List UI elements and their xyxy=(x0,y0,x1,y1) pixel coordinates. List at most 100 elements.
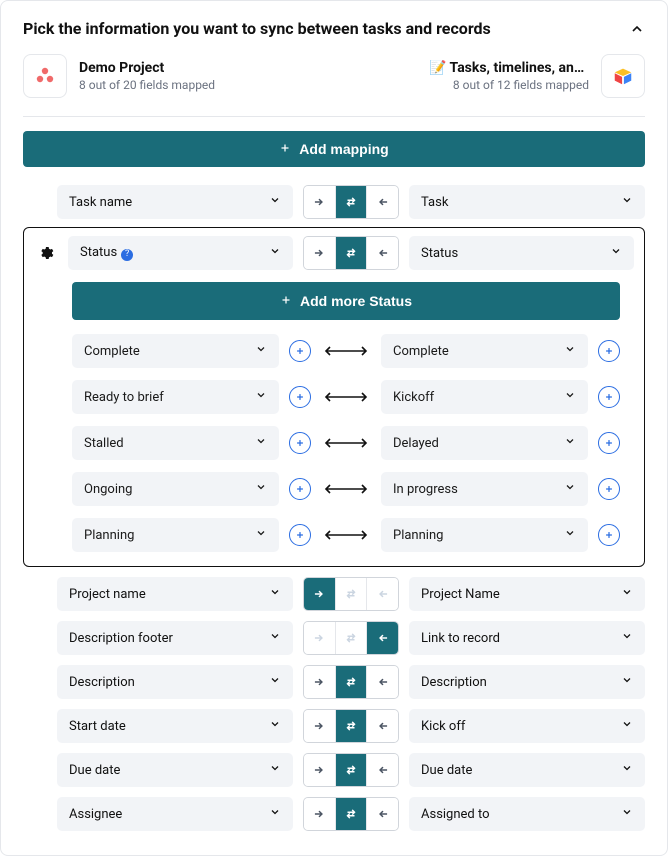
dir-both-button[interactable] xyxy=(335,666,367,698)
right-field-select[interactable]: Task xyxy=(409,185,645,219)
left-value-select[interactable]: Stalled xyxy=(72,426,279,460)
left-app: Demo Project 8 out of 20 fields mapped xyxy=(23,54,215,98)
add-left-value-button[interactable] xyxy=(289,478,311,500)
dir-ltr-button[interactable] xyxy=(304,666,335,698)
right-field-select[interactable]: Due date xyxy=(409,753,645,787)
value-mapping-row: Ongoing In progress xyxy=(72,472,620,506)
left-value-select[interactable]: Complete xyxy=(72,334,279,368)
left-field-select[interactable]: Project name xyxy=(57,577,293,611)
left-value-select[interactable]: Planning xyxy=(72,518,279,552)
dir-ltr-button[interactable] xyxy=(304,186,335,218)
chevron-down-icon xyxy=(269,762,281,778)
chevron-down-icon xyxy=(621,630,633,646)
right-value-select[interactable]: Complete xyxy=(381,334,588,368)
dir-ltr-button[interactable] xyxy=(304,578,335,610)
dir-both-button[interactable] xyxy=(335,578,367,610)
asana-icon xyxy=(23,54,67,98)
left-value-select[interactable]: Ongoing xyxy=(72,472,279,506)
expanded-mapping-status: Status? Status Add mo xyxy=(23,227,645,567)
right-field-select[interactable]: Description xyxy=(409,665,645,699)
value-mapping-row: Complete Complete xyxy=(72,334,620,368)
left-field-select[interactable]: Description footer xyxy=(57,621,293,655)
mapping-row: Description Description xyxy=(23,663,645,701)
row-settings[interactable] xyxy=(34,245,58,261)
add-left-value-button[interactable] xyxy=(289,340,311,362)
right-value-select[interactable]: Kickoff xyxy=(381,380,588,414)
dir-rtl-button[interactable] xyxy=(366,710,398,742)
left-field-select[interactable]: Task name xyxy=(57,185,293,219)
right-field-select[interactable]: Status xyxy=(409,236,634,270)
add-right-value-button[interactable] xyxy=(598,524,620,546)
dir-both-button[interactable] xyxy=(335,237,367,269)
mapping-row: Project name Project Name xyxy=(23,575,645,613)
value-mapping-row: Planning Planning xyxy=(72,518,620,552)
value-label: Planning xyxy=(84,528,134,543)
airtable-icon xyxy=(601,54,645,98)
right-field-select[interactable]: Kick off xyxy=(409,709,645,743)
add-right-value-button[interactable] xyxy=(598,386,620,408)
chevron-down-icon xyxy=(269,245,281,261)
add-right-value-button[interactable] xyxy=(598,432,620,454)
chevron-down-icon xyxy=(269,586,281,602)
dir-rtl-button[interactable] xyxy=(366,622,398,654)
right-field-select[interactable]: Assigned to xyxy=(409,797,645,831)
value-label: Ready to brief xyxy=(84,390,164,405)
chevron-down-icon xyxy=(269,674,281,690)
field-label: Description footer xyxy=(69,631,173,646)
add-mapping-button[interactable]: Add mapping xyxy=(23,131,645,167)
dir-rtl-button[interactable] xyxy=(366,666,398,698)
add-right-value-button[interactable] xyxy=(598,340,620,362)
dir-ltr-button[interactable] xyxy=(304,237,335,269)
chevron-down-icon xyxy=(621,762,633,778)
dir-both-button[interactable] xyxy=(335,798,367,830)
left-field-select[interactable]: Assignee xyxy=(57,797,293,831)
collapse-icon[interactable] xyxy=(629,21,645,37)
dir-both-button[interactable] xyxy=(335,710,367,742)
direction-selector xyxy=(303,753,399,787)
add-right-value-button[interactable] xyxy=(598,478,620,500)
add-left-value-button[interactable] xyxy=(289,386,311,408)
dir-ltr-button[interactable] xyxy=(304,798,335,830)
left-field-select[interactable]: Description xyxy=(57,665,293,699)
right-value-select[interactable]: Delayed xyxy=(381,426,588,460)
plus-icon xyxy=(280,293,292,309)
panel-title: Pick the information you want to sync be… xyxy=(23,19,491,38)
right-value-select[interactable]: Planning xyxy=(381,518,588,552)
dir-both-button[interactable] xyxy=(335,754,367,786)
add-left-value-button[interactable] xyxy=(289,432,311,454)
chevron-down-icon xyxy=(564,343,576,359)
direction-selector xyxy=(303,185,399,219)
right-value-select[interactable]: In progress xyxy=(381,472,588,506)
dir-ltr-button[interactable] xyxy=(304,754,335,786)
dir-rtl-button[interactable] xyxy=(366,754,398,786)
dir-rtl-button[interactable] xyxy=(366,237,398,269)
dir-both-button[interactable] xyxy=(335,186,367,218)
dir-ltr-button[interactable] xyxy=(304,622,335,654)
chevron-down-icon xyxy=(564,389,576,405)
field-label: Due date xyxy=(421,763,472,778)
chevron-down-icon xyxy=(564,435,576,451)
chevron-down-icon xyxy=(255,389,267,405)
value-label: Complete xyxy=(393,344,449,359)
field-label: Task xyxy=(421,195,448,210)
mapping-row: Start date Kick off xyxy=(23,707,645,745)
chevron-down-icon xyxy=(621,806,633,822)
left-field-select[interactable]: Due date xyxy=(57,753,293,787)
dir-both-button[interactable] xyxy=(335,622,367,654)
add-more-status-button[interactable]: Add more Status xyxy=(72,282,620,320)
chevron-down-icon xyxy=(269,806,281,822)
value-label: In progress xyxy=(393,482,458,497)
dir-rtl-button[interactable] xyxy=(366,186,398,218)
dir-ltr-button[interactable] xyxy=(304,710,335,742)
left-field-select[interactable]: Start date xyxy=(57,709,293,743)
add-more-label: Add more Status xyxy=(300,293,412,309)
field-label: Project Name xyxy=(421,587,500,602)
dir-rtl-button[interactable] xyxy=(366,578,398,610)
dir-rtl-button[interactable] xyxy=(366,798,398,830)
left-value-select[interactable]: Ready to brief xyxy=(72,380,279,414)
add-left-value-button[interactable] xyxy=(289,524,311,546)
right-field-select[interactable]: Project Name xyxy=(409,577,645,611)
right-app-name: 📝 Tasks, timelines, and … xyxy=(429,60,589,76)
left-field-select[interactable]: Status? xyxy=(68,236,293,270)
right-field-select[interactable]: Link to record xyxy=(409,621,645,655)
